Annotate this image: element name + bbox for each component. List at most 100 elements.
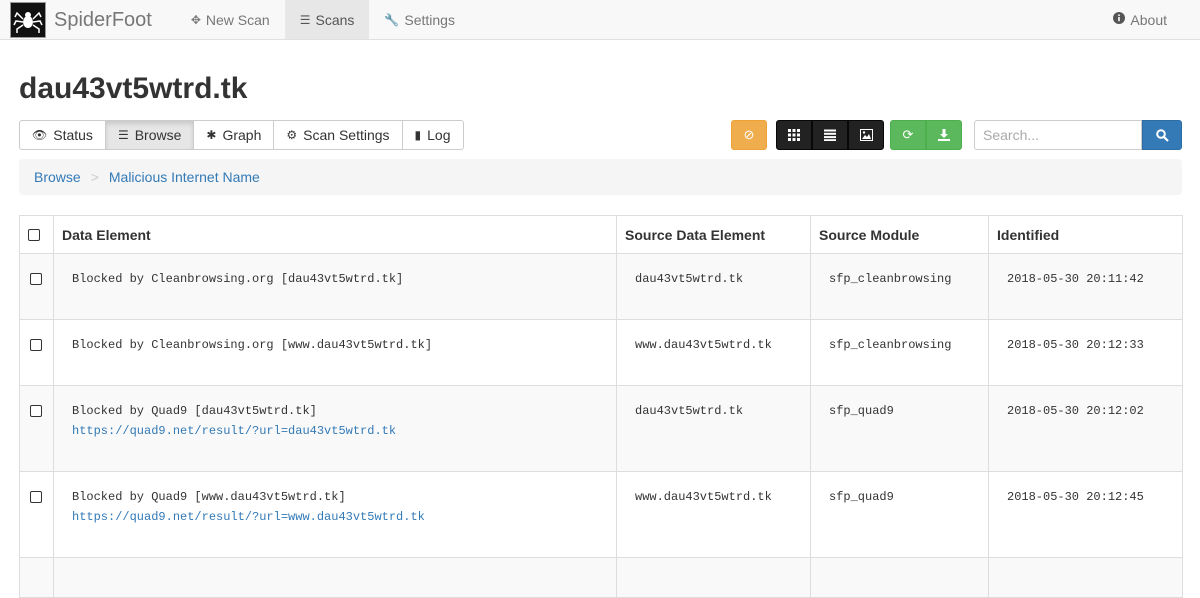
nav-settings-label: Settings xyxy=(404,11,455,28)
tab-browse-label: Browse xyxy=(134,127,182,143)
data-element-cell xyxy=(53,557,617,598)
stop-scan-button[interactable]: ⊘ xyxy=(731,120,767,150)
data-element-cell: Blocked by Cleanbrowsing.org [www.dau43v… xyxy=(53,319,617,386)
header-data-element[interactable]: Data Element xyxy=(53,215,617,254)
source-data-element-cell: www.dau43vt5wtrd.tk xyxy=(616,471,811,558)
crosshair-icon: ✥ xyxy=(190,12,201,27)
source-data-element-cell: dau43vt5wtrd.tk xyxy=(616,253,811,320)
data-element-link[interactable]: https://quad9.net/result/?url=dau43vt5wt… xyxy=(72,424,608,438)
source-data-element-cell xyxy=(616,557,811,598)
spiderfoot-logo[interactable] xyxy=(10,2,46,38)
nav-about-label: About xyxy=(1130,11,1167,28)
data-element-text: Blocked by Quad9 [dau43vt5wtrd.tk] xyxy=(72,404,317,418)
refresh-icon: ⟳ xyxy=(902,127,914,142)
spider-icon xyxy=(13,11,43,33)
list-icon: ☰ xyxy=(117,128,129,142)
breadcrumb-separator: > xyxy=(90,169,99,185)
row-select-cell xyxy=(19,319,54,386)
breadcrumb-browse[interactable]: Browse xyxy=(34,169,81,185)
brand-name[interactable]: SpiderFoot xyxy=(54,0,152,39)
identified-cell: 2018-05-30 20:12:02 xyxy=(988,385,1183,472)
table-row xyxy=(19,557,1183,598)
tab-status-label: Status xyxy=(53,127,93,143)
source-data-element-cell: dau43vt5wtrd.tk xyxy=(616,385,811,472)
row-select-cell xyxy=(19,253,54,320)
scan-toolbar: 👁 Status ☰ Browse ✱ Graph ⚙ Scan Setting… xyxy=(19,120,1182,150)
book-icon: ▮ xyxy=(414,128,422,142)
refresh-button[interactable]: ⟳ xyxy=(890,120,926,150)
search-input[interactable] xyxy=(974,120,1142,150)
ban-icon: ⊘ xyxy=(743,127,755,142)
nav-scans[interactable]: ☰ Scans xyxy=(284,0,370,39)
data-element-text: Blocked by Cleanbrowsing.org [dau43vt5wt… xyxy=(72,272,404,286)
tab-scan-settings-label: Scan Settings xyxy=(303,127,390,143)
row-checkbox[interactable] xyxy=(30,405,42,417)
tab-browse[interactable]: ☰ Browse xyxy=(104,120,195,150)
view-toggle-group xyxy=(776,120,884,150)
view-image-button[interactable] xyxy=(848,120,884,150)
page-title: dau43vt5wtrd.tk xyxy=(19,72,248,105)
search-icon xyxy=(1155,128,1169,142)
nav-scans-label: Scans xyxy=(315,11,355,28)
row-select-cell xyxy=(19,385,54,472)
eye-icon: 👁 xyxy=(32,128,48,142)
row-select-cell xyxy=(19,557,54,598)
row-checkbox[interactable] xyxy=(30,273,42,285)
search-box xyxy=(974,120,1182,150)
list-icon: ☰ xyxy=(299,12,311,27)
select-all-cell xyxy=(19,215,54,254)
source-module-cell: sfp_quad9 xyxy=(810,471,989,558)
view-list-button[interactable] xyxy=(812,120,848,150)
top-navbar: SpiderFoot ✥ New Scan ☰ Scans 🔧 Settings… xyxy=(0,0,1200,40)
breadcrumb-current[interactable]: Malicious Internet Name xyxy=(109,169,260,185)
source-module-cell xyxy=(810,557,989,598)
tab-log-label: Log xyxy=(427,127,451,143)
data-element-cell: Blocked by Cleanbrowsing.org [dau43vt5wt… xyxy=(53,253,617,320)
header-source-module[interactable]: Source Module xyxy=(810,215,989,254)
nav-settings[interactable]: 🔧 Settings xyxy=(369,0,470,39)
download-icon xyxy=(938,129,950,141)
asterisk-icon: ✱ xyxy=(206,128,217,142)
data-element-text: Blocked by Cleanbrowsing.org [www.dau43v… xyxy=(72,338,433,352)
tab-graph-label: Graph xyxy=(222,127,262,143)
nav-new-scan[interactable]: ✥ New Scan xyxy=(176,0,285,39)
data-element-cell: Blocked by Quad9 [www.dau43vt5wtrd.tk] h… xyxy=(53,471,617,558)
tab-status[interactable]: 👁 Status xyxy=(19,120,106,150)
identified-cell: 2018-05-30 20:12:33 xyxy=(988,319,1183,386)
identified-cell: 2018-05-30 20:11:42 xyxy=(988,253,1183,320)
data-element-text: Blocked by Quad9 [www.dau43vt5wtrd.tk] xyxy=(72,490,346,504)
tab-log[interactable]: ▮ Log xyxy=(401,120,464,150)
source-module-cell: sfp_cleanbrowsing xyxy=(810,319,989,386)
source-module-cell: sfp_cleanbrowsing xyxy=(810,253,989,320)
source-module-cell: sfp_quad9 xyxy=(810,385,989,472)
tab-scan-settings[interactable]: ⚙ Scan Settings xyxy=(273,120,403,150)
data-element-cell: Blocked by Quad9 [dau43vt5wtrd.tk] https… xyxy=(53,385,617,472)
row-select-cell xyxy=(19,471,54,558)
export-button[interactable] xyxy=(926,120,962,150)
source-data-element-cell: www.dau43vt5wtrd.tk xyxy=(616,319,811,386)
breadcrumb: Browse > Malicious Internet Name xyxy=(19,159,1182,195)
cog-icon: ⚙ xyxy=(286,128,298,142)
identified-cell xyxy=(988,557,1183,598)
actions-group: ⟳ xyxy=(890,120,962,150)
data-element-link[interactable]: https://quad9.net/result/?url=www.dau43v… xyxy=(72,510,608,524)
table-row: Blocked by Cleanbrowsing.org [www.dau43v… xyxy=(19,319,1183,386)
table-header-row: Data Element Source Data Element Source … xyxy=(19,215,1183,254)
view-table-button[interactable] xyxy=(776,120,812,150)
row-checkbox[interactable] xyxy=(30,339,42,351)
header-source-data-element[interactable]: Source Data Element xyxy=(616,215,811,254)
scan-tabs: 👁 Status ☰ Browse ✱ Graph ⚙ Scan Setting… xyxy=(19,120,464,150)
row-checkbox[interactable] xyxy=(30,491,42,503)
search-button[interactable] xyxy=(1142,120,1182,150)
list-icon xyxy=(824,129,836,141)
table-row: Blocked by Quad9 [dau43vt5wtrd.tk] https… xyxy=(19,385,1183,472)
results-table: Data Element Source Data Element Source … xyxy=(19,215,1183,598)
stop-group: ⊘ xyxy=(731,120,767,150)
tab-graph[interactable]: ✱ Graph xyxy=(193,120,275,150)
grid-icon xyxy=(788,129,800,141)
nav-about[interactable]: About xyxy=(1098,0,1182,39)
image-icon xyxy=(859,129,873,141)
select-all-checkbox[interactable] xyxy=(28,229,40,241)
header-identified[interactable]: Identified xyxy=(988,215,1183,254)
wrench-icon: 🔧 xyxy=(384,12,400,27)
